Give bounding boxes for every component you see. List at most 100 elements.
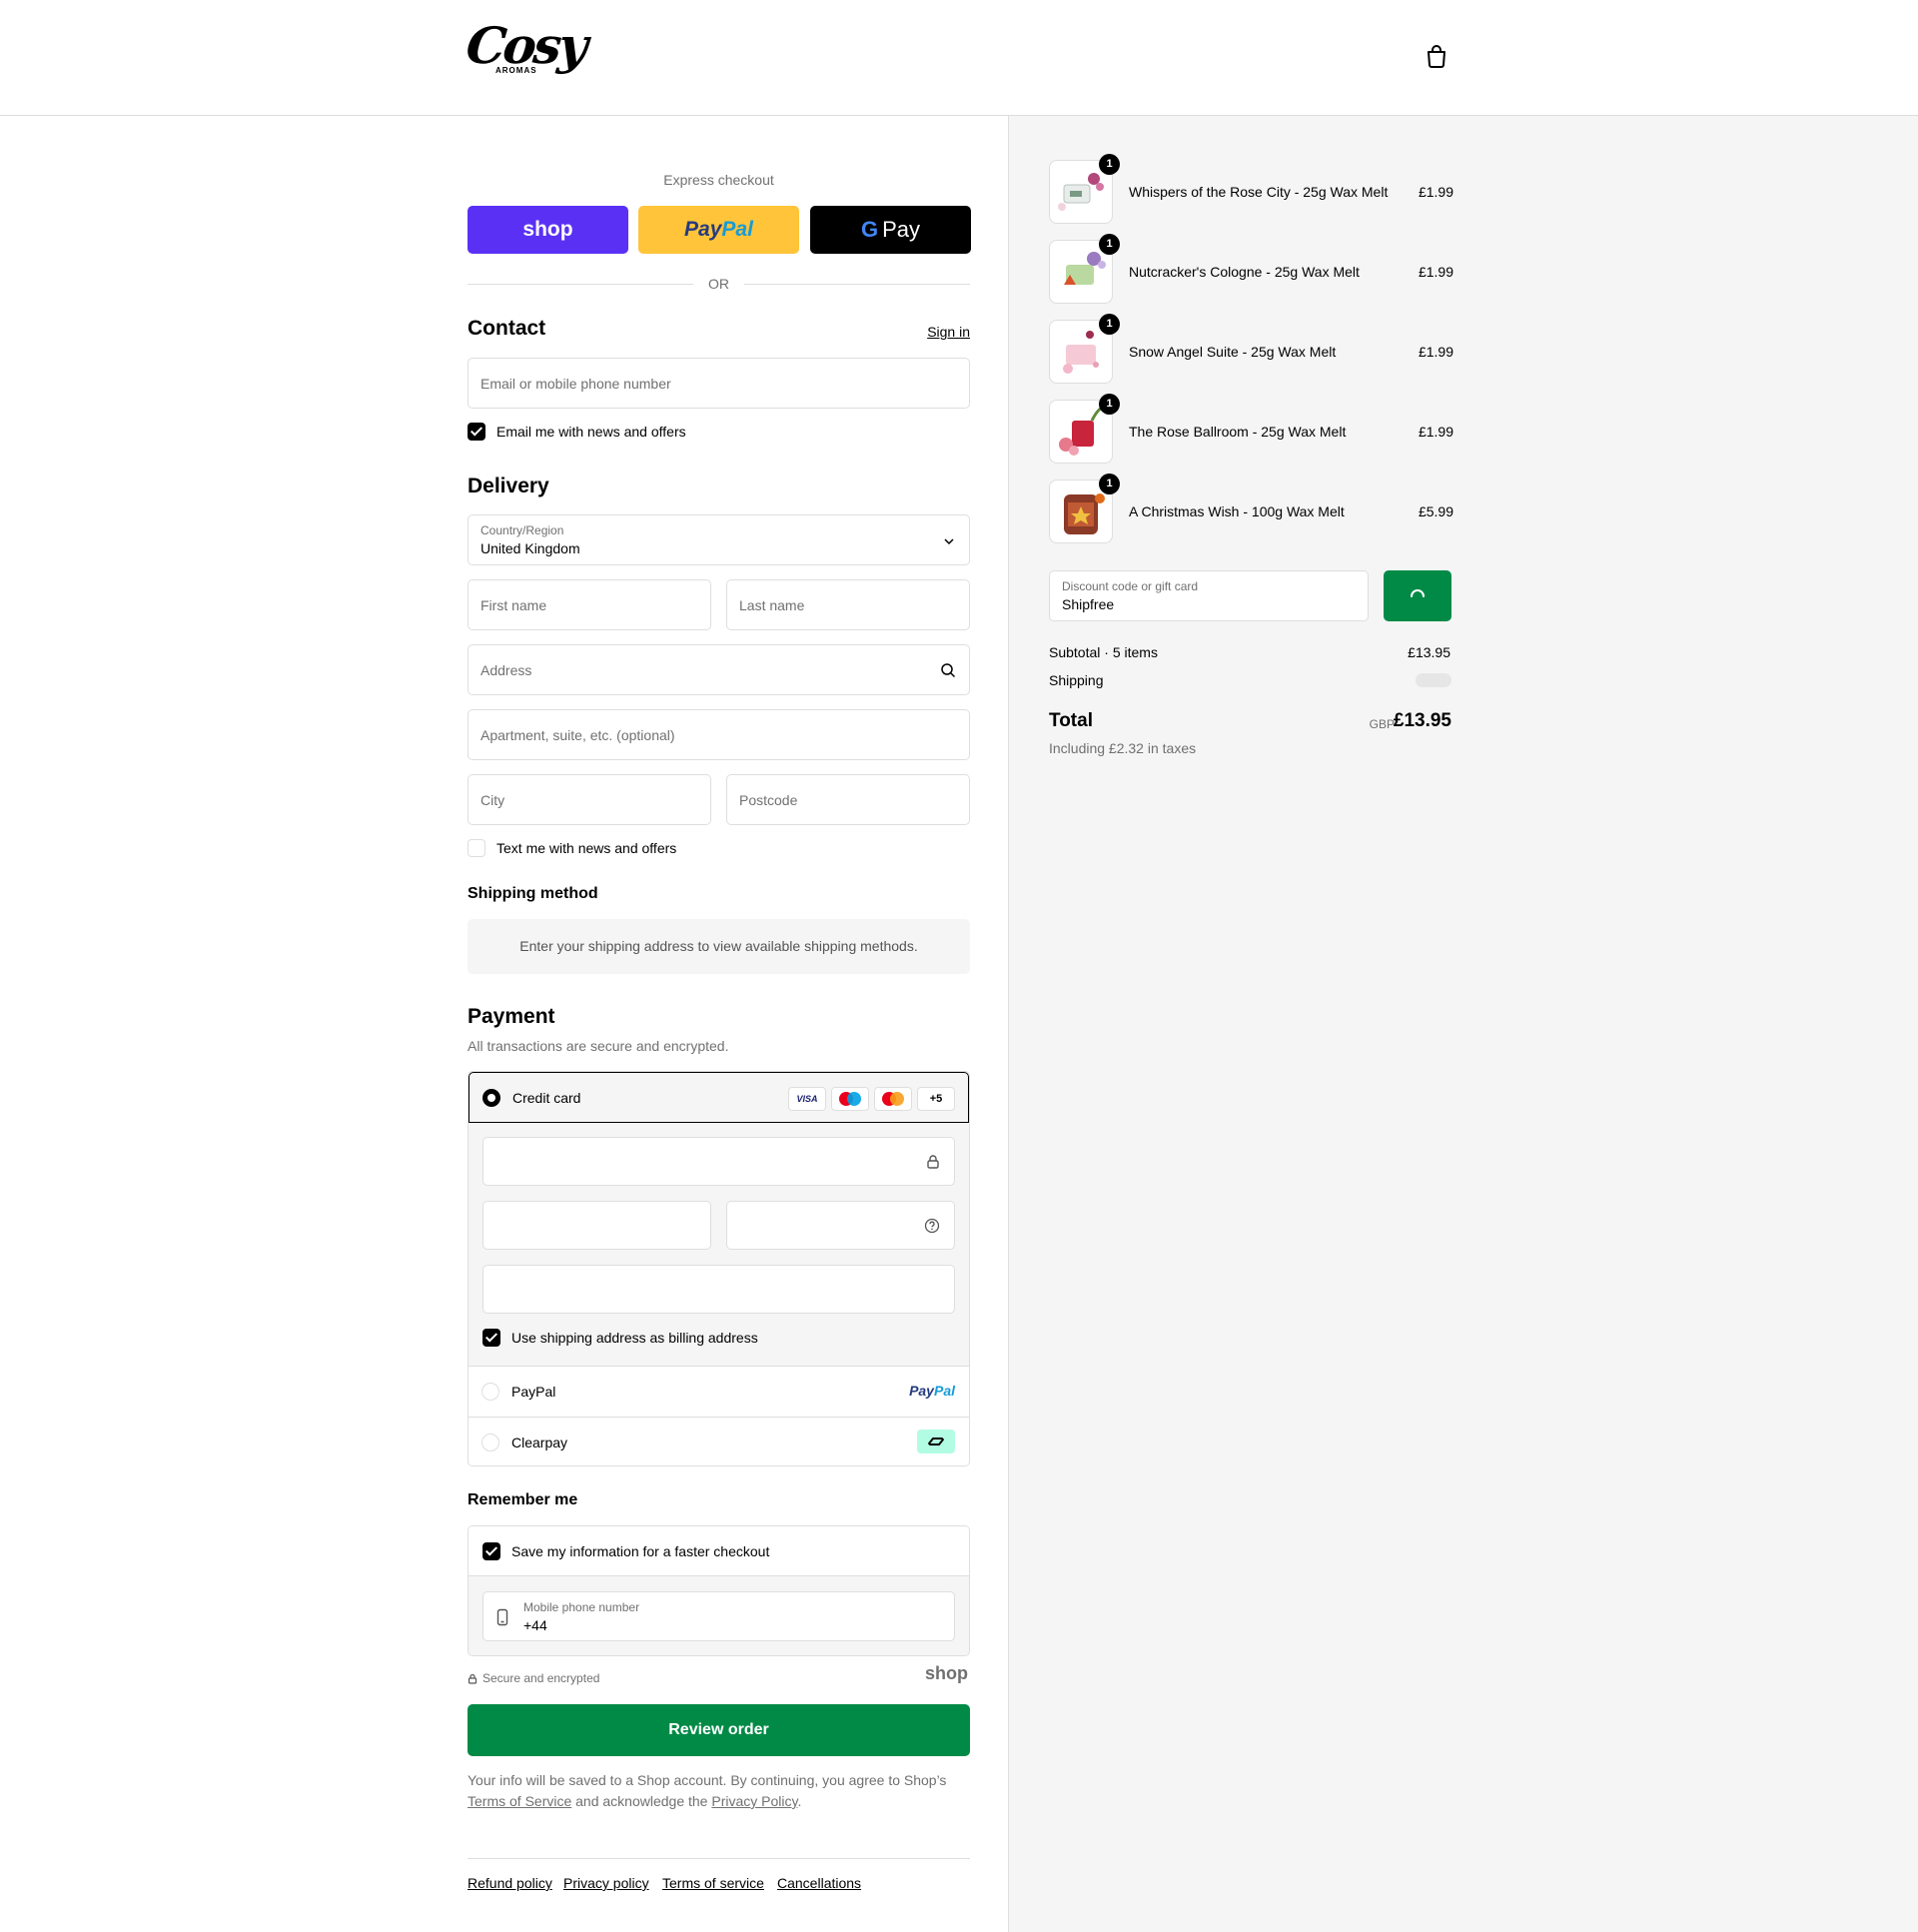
shipping-label: Shipping	[1049, 672, 1104, 688]
refund-policy-link[interactable]: Refund policy	[468, 1875, 552, 1891]
address-field[interactable]: Address	[468, 644, 970, 695]
save-info-checkbox[interactable]	[482, 1542, 500, 1560]
shopping-bag-icon[interactable]	[1426, 44, 1447, 68]
email-news-label: Email me with news and offers	[496, 424, 686, 440]
google-pay-label: Pay	[882, 217, 921, 242]
contact-heading: Contact	[468, 317, 546, 340]
expiry-date-field[interactable]	[482, 1201, 711, 1250]
line-item: 1 A Christmas Wish - 100g Wax Melt £5.99	[1049, 474, 1453, 545]
shop-logo: shop	[925, 1663, 968, 1683]
mobile-phone-field[interactable]: Mobile phone number +44	[482, 1591, 955, 1641]
payment-methods: Credit card VISA +5 Use shipping address…	[468, 1071, 970, 1466]
quantity-badge: 1	[1099, 314, 1120, 335]
item-price: £1.99	[1418, 424, 1453, 440]
last-name-field[interactable]: Last name	[726, 579, 970, 630]
item-name: A Christmas Wish - 100g Wax Melt	[1129, 503, 1345, 519]
visa-icon: VISA	[788, 1087, 826, 1111]
apply-discount-button[interactable]	[1384, 570, 1451, 621]
postcode-placeholder: Postcode	[739, 792, 798, 808]
quantity-badge: 1	[1099, 474, 1120, 494]
loading-spinner-icon	[1411, 588, 1425, 597]
terms-of-service-footer-link[interactable]: Terms of service	[662, 1875, 764, 1891]
discount-code-label: Discount code or gift card	[1062, 579, 1199, 593]
sign-in-link[interactable]: Sign in	[927, 324, 970, 340]
email-news-checkbox[interactable]	[468, 423, 485, 441]
item-price: £5.99	[1418, 503, 1453, 519]
google-pay-button[interactable]: G Pay	[810, 206, 971, 254]
discount-code-value: Shipfree	[1062, 596, 1115, 612]
clearpay-radio[interactable]	[481, 1434, 499, 1451]
total-label: Total	[1049, 710, 1093, 731]
order-summary: 1 Whispers of the Rose City - 25g Wax Me…	[1008, 116, 1918, 1932]
review-order-button[interactable]: Review order	[468, 1704, 970, 1756]
text-news-checkbox[interactable]	[468, 839, 485, 857]
item-name: The Rose Ballroom - 25g Wax Melt	[1129, 424, 1347, 440]
text-news-label: Text me with news and offers	[496, 840, 677, 856]
item-price: £1.99	[1418, 344, 1453, 360]
google-g-icon: G	[860, 217, 879, 242]
billing-address-checkbox[interactable]	[482, 1329, 500, 1347]
billing-address-label: Use shipping address as billing address	[511, 1330, 758, 1346]
save-info-row[interactable]: Save my information for a faster checkou…	[469, 1526, 969, 1576]
credit-card-radio[interactable]	[482, 1089, 500, 1107]
privacy-policy-link[interactable]: Privacy Policy	[711, 1793, 797, 1809]
total-value: £13.95	[1393, 710, 1451, 731]
card-details-panel: Use shipping address as billing address	[469, 1123, 969, 1366]
cancellations-link[interactable]: Cancellations	[777, 1875, 861, 1891]
lock-icon	[927, 1155, 939, 1169]
security-code-field[interactable]	[726, 1201, 955, 1250]
paypal-express-button[interactable]: PayPal	[638, 206, 799, 254]
email-field[interactable]: Email or mobile phone number	[468, 358, 970, 409]
header: Cosy AROMAS	[0, 0, 1918, 116]
line-item: 1 The Rose Ballroom - 25g Wax Melt £1.99	[1049, 394, 1453, 466]
credit-card-label: Credit card	[512, 1090, 581, 1106]
logo-subtext: AROMAS	[495, 66, 537, 75]
credit-card-option[interactable]: Credit card VISA +5	[469, 1072, 969, 1123]
taxes-note: Including £2.32 in taxes	[1049, 740, 1197, 756]
lock-icon	[468, 1673, 478, 1684]
shop-pay-label: shop	[522, 218, 573, 241]
paypal-radio[interactable]	[481, 1383, 499, 1401]
email-placeholder: Email or mobile phone number	[480, 376, 671, 392]
privacy-policy-footer-link[interactable]: Privacy policy	[563, 1875, 649, 1891]
chevron-down-icon	[944, 538, 954, 545]
postcode-field[interactable]: Postcode	[726, 774, 970, 825]
secure-encrypted-text: Secure and encrypted	[482, 1671, 600, 1685]
country-select[interactable]: Country/Region United Kingdom	[468, 514, 970, 565]
shipping-value-placeholder	[1416, 673, 1451, 687]
help-icon[interactable]	[924, 1218, 940, 1234]
card-number-field[interactable]	[482, 1137, 955, 1186]
city-field[interactable]: City	[468, 774, 711, 825]
apartment-field[interactable]: Apartment, suite, etc. (optional)	[468, 709, 970, 760]
remember-me-box: Save my information for a faster checkou…	[468, 1525, 970, 1656]
shop-pay-button[interactable]: shop	[468, 206, 628, 254]
shop-account-legal: Your info will be saved to a Shop accoun…	[468, 1772, 947, 1809]
or-divider: OR	[468, 274, 970, 294]
paypal-option[interactable]: PayPal PayPal	[469, 1366, 969, 1417]
store-logo[interactable]: Cosy AROMAS	[464, 16, 588, 98]
line-item: 1 Whispers of the Rose City - 25g Wax Me…	[1049, 154, 1453, 226]
footer-links: Refund policy Privacy policy Terms of se…	[468, 1875, 970, 1895]
quantity-badge: 1	[1099, 234, 1120, 255]
line-item: 1 Snow Angel Suite - 25g Wax Melt £1.99	[1049, 314, 1453, 386]
apartment-placeholder: Apartment, suite, etc. (optional)	[480, 727, 675, 743]
payment-heading: Payment	[468, 1005, 555, 1028]
save-info-label: Save my information for a faster checkou…	[511, 1543, 770, 1559]
clearpay-icon	[917, 1430, 955, 1453]
name-on-card-field[interactable]	[482, 1265, 955, 1314]
item-price: £1.99	[1418, 264, 1453, 280]
footer-divider	[468, 1858, 970, 1859]
first-name-placeholder: First name	[480, 597, 547, 613]
discount-code-field[interactable]: Discount code or gift card Shipfree	[1049, 570, 1369, 621]
country-label: Country/Region	[480, 523, 564, 537]
mobile-phone-label: Mobile phone number	[523, 1600, 640, 1614]
clearpay-option[interactable]: Clearpay	[469, 1417, 969, 1465]
terms-of-service-link[interactable]: Terms of Service	[468, 1793, 571, 1809]
item-name: Nutcracker's Cologne - 25g Wax Melt	[1129, 264, 1360, 280]
quantity-badge: 1	[1099, 394, 1120, 415]
more-cards-badge: +5	[917, 1087, 955, 1111]
first-name-field[interactable]: First name	[468, 579, 711, 630]
item-name: Snow Angel Suite - 25g Wax Melt	[1129, 344, 1337, 360]
subtotal-value: £13.95	[1408, 644, 1450, 660]
item-price: £1.99	[1418, 184, 1453, 200]
